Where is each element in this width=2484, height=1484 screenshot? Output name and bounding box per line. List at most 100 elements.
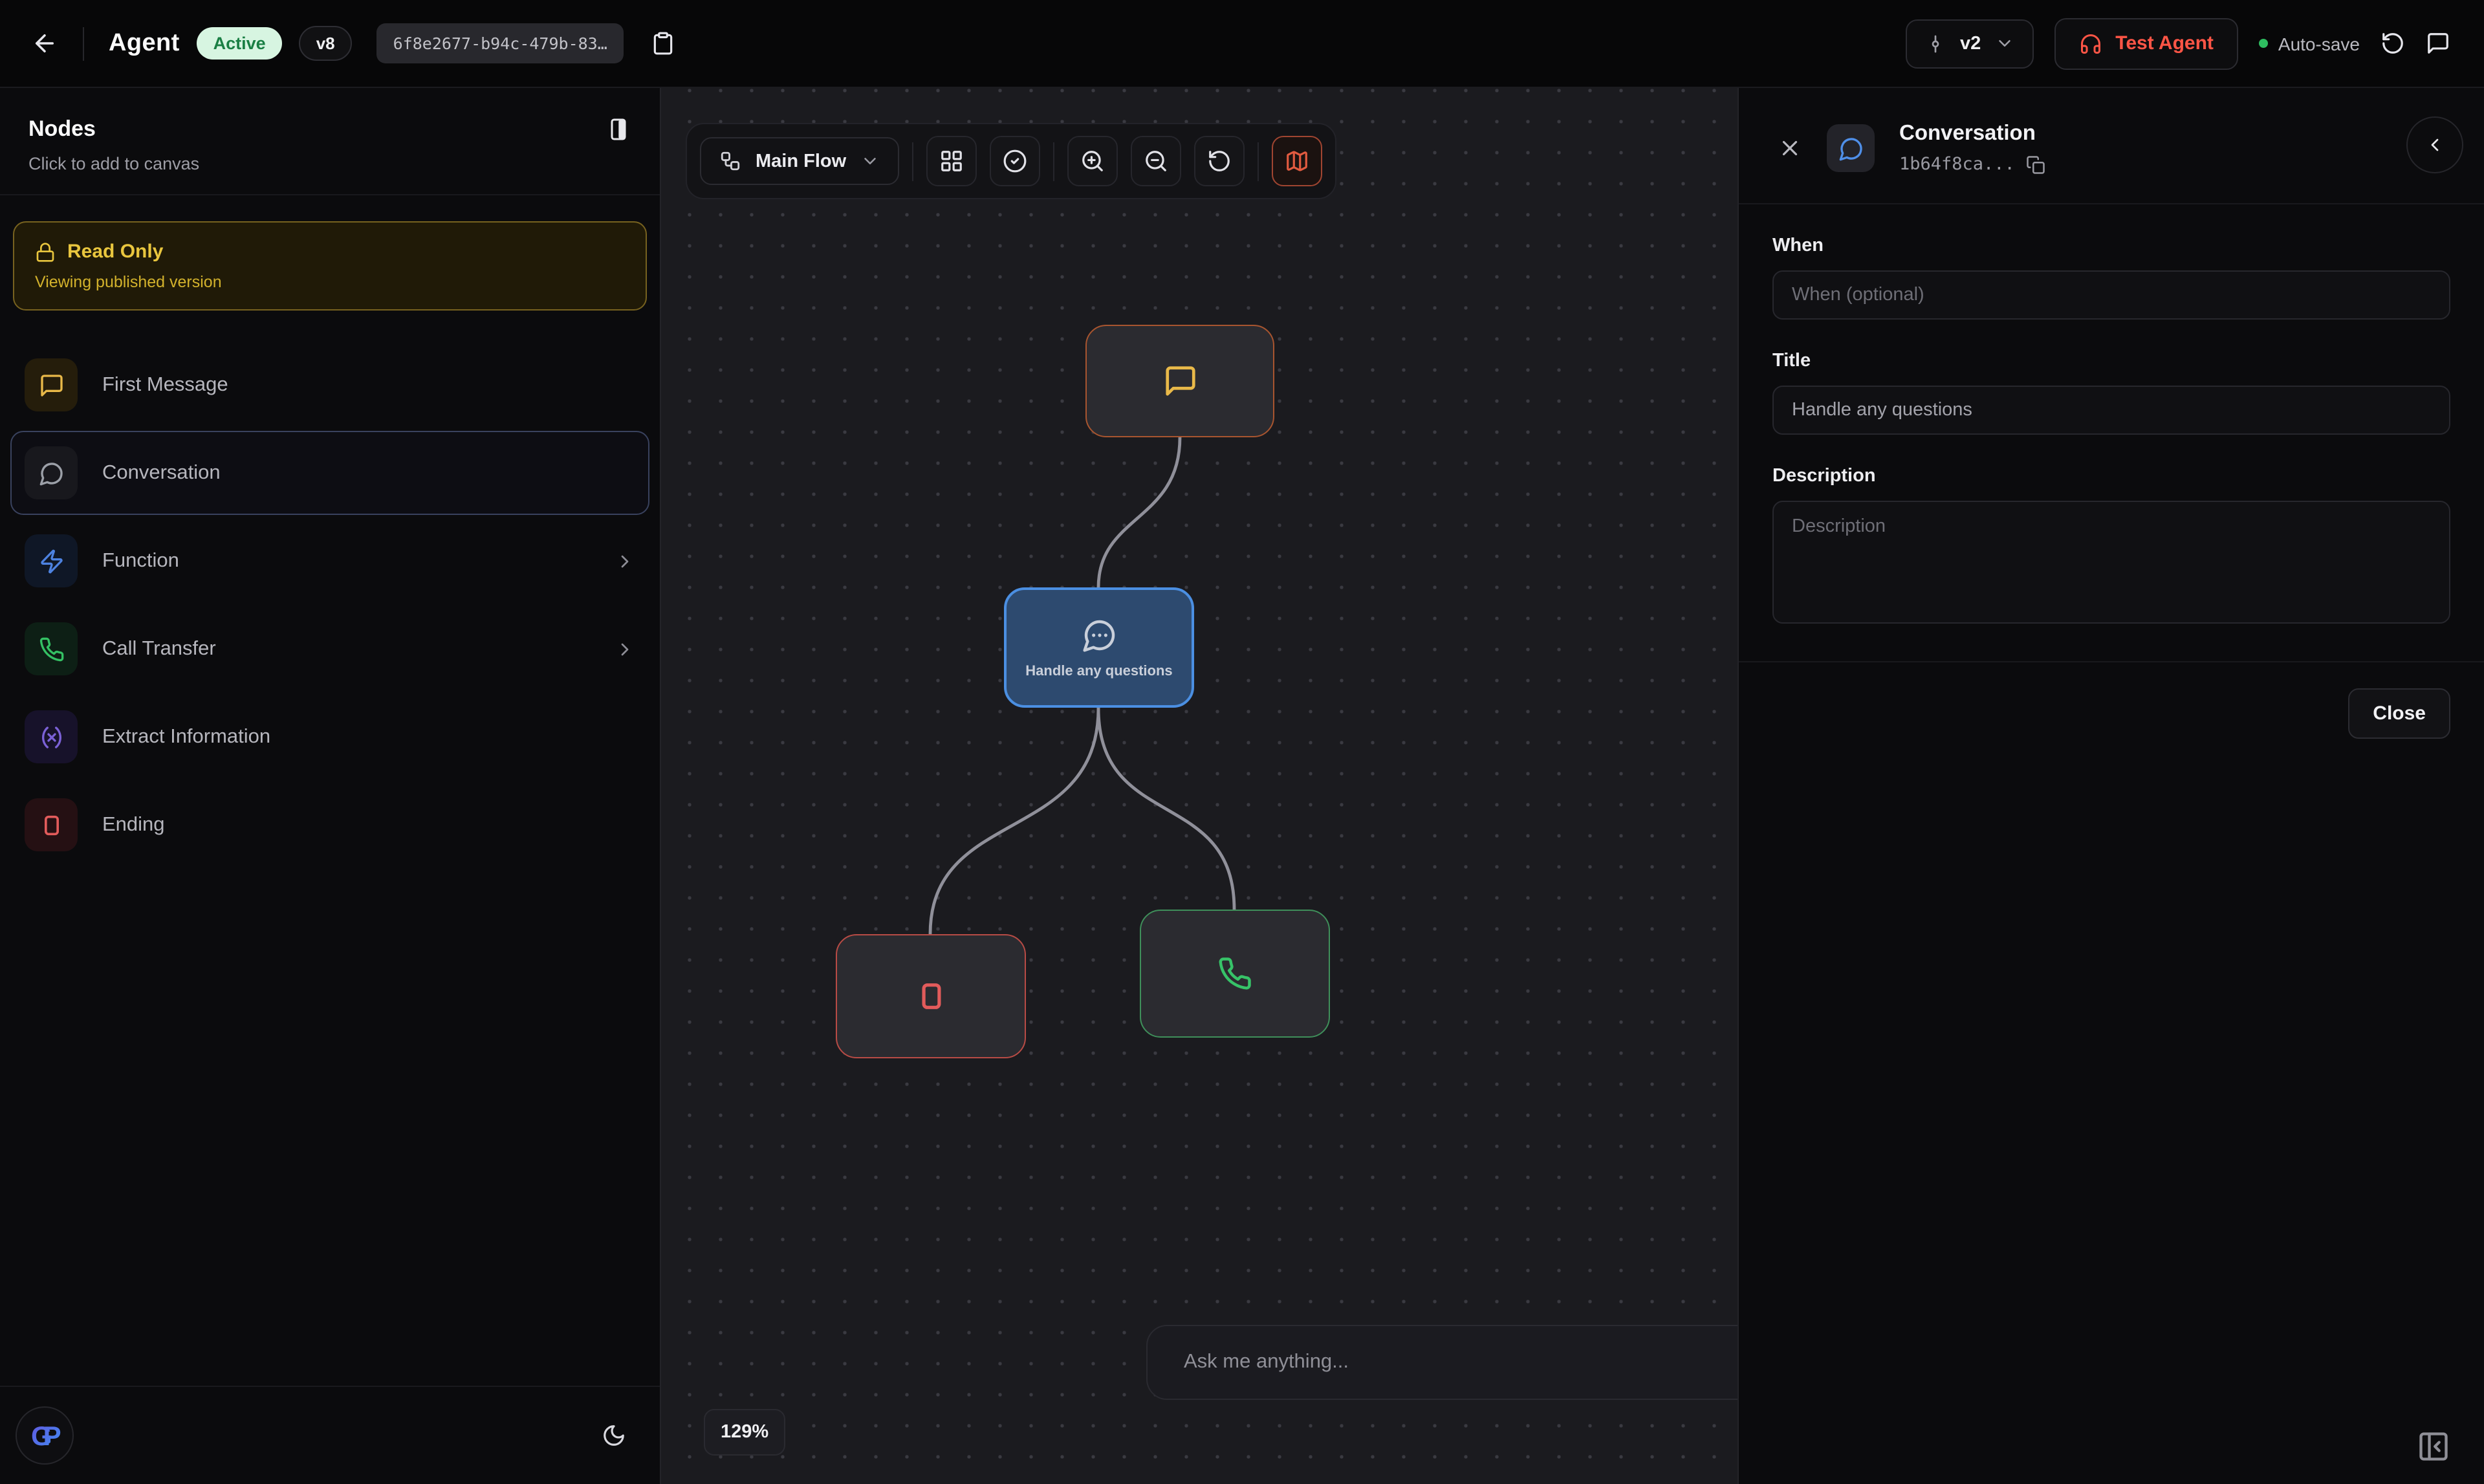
chevron-down-icon: [1995, 34, 2014, 53]
node-palette: First Message Conversation Function: [0, 342, 660, 868]
sidebar-footer: GP: [0, 1386, 660, 1484]
auto-layout-button[interactable]: [926, 136, 977, 186]
sidebar-item-function[interactable]: Function: [10, 519, 649, 603]
sidebar-item-label: Extract Information: [102, 725, 270, 748]
zoom-out-button[interactable]: [1131, 136, 1181, 186]
divider: [1258, 142, 1259, 180]
edge-conversation-to-call-transfer: [1098, 708, 1234, 910]
clipboard-icon: [651, 31, 676, 56]
reset-view-button[interactable]: [1194, 136, 1245, 186]
theme-toggle-button[interactable]: [602, 1423, 626, 1448]
edge-conversation-to-ending: [930, 708, 1098, 934]
variable-icon: [25, 710, 78, 763]
when-input[interactable]: [1772, 270, 2450, 320]
autosave-label: Auto-save: [2278, 33, 2360, 54]
close-button[interactable]: Close: [2348, 688, 2450, 739]
title-input[interactable]: [1772, 386, 2450, 435]
sidebar-item-label: Ending: [102, 813, 165, 836]
rotate-ccw-icon: [2380, 31, 2405, 56]
square-icon: [914, 979, 948, 1013]
readonly-subtitle: Viewing published version: [35, 273, 625, 291]
chevron-left-icon: [2424, 135, 2445, 155]
flow-canvas[interactable]: Main Flow: [660, 88, 1738, 1484]
test-agent-button[interactable]: Test Agent: [2054, 17, 2238, 69]
phone-icon: [25, 622, 78, 675]
edge-first-to-conversation: [1098, 437, 1180, 587]
autosave-status: Auto-save: [2259, 33, 2360, 54]
flow-selector[interactable]: Main Flow: [700, 137, 899, 185]
sidebar-item-conversation[interactable]: Conversation: [10, 431, 649, 515]
zap-icon: [25, 534, 78, 587]
message-circle-more-icon: [1081, 617, 1117, 653]
nodes-sidebar: Nodes Click to add to canvas Read Only V…: [0, 88, 660, 1484]
divider: [83, 27, 84, 60]
divider: [1053, 142, 1054, 180]
flow-edges: [661, 88, 1738, 1484]
zoom-level-indicator: 129%: [704, 1409, 785, 1456]
copy-id-button[interactable]: [651, 31, 676, 56]
copy-icon: [2027, 155, 2046, 174]
title-label: Title: [1772, 351, 2450, 371]
inspector-title: Conversation: [1899, 122, 2046, 146]
message-square-icon: [1162, 364, 1197, 398]
status-badge: Active: [197, 27, 283, 60]
ask-ai-input[interactable]: [1146, 1325, 1738, 1400]
description-field-group: Description: [1772, 466, 2450, 630]
minimap-toggle-button[interactable]: [1272, 136, 1322, 186]
agent-id-field[interactable]: 6f8e2677-b94c-479b-83…: [376, 23, 624, 63]
sidebar-item-ending[interactable]: Ending: [10, 783, 649, 867]
page-title: Agent: [109, 29, 180, 58]
description-input[interactable]: [1772, 501, 2450, 624]
circle-check-icon: [1003, 149, 1027, 173]
flow-node-call-transfer[interactable]: [1140, 910, 1330, 1038]
flow-node-first-message[interactable]: [1085, 325, 1274, 437]
arrow-left-icon: [31, 30, 58, 57]
sidebar-collapse-button[interactable]: [605, 116, 631, 142]
zoom-in-button[interactable]: [1067, 136, 1118, 186]
version-selector[interactable]: v2: [1906, 19, 2034, 68]
chevron-down-icon: [860, 151, 880, 171]
zoom-in-icon: [1080, 149, 1105, 173]
node-inspector-panel: Conversation 1b64f8ca...: [1738, 88, 2484, 1484]
flow-node-label: Handle any questions: [1025, 663, 1172, 679]
zoom-out-icon: [1144, 149, 1168, 173]
logo-monogram: GP: [30, 1420, 60, 1450]
flow-node-ending[interactable]: [836, 934, 1026, 1058]
message-square-icon: [25, 358, 78, 411]
topbar: Agent Active v8 6f8e2677-b94c-479b-83… v…: [0, 0, 2484, 88]
moon-icon: [602, 1423, 626, 1448]
inspector-header: Conversation 1b64f8ca...: [1739, 88, 2484, 203]
layout-grid-icon: [939, 149, 964, 173]
version-selector-value: v2: [1960, 33, 1981, 54]
sidebar-subtitle: Click to add to canvas: [28, 154, 631, 173]
chevron-right-icon: [615, 638, 635, 659]
message-circle-icon: [25, 446, 78, 499]
sidebar-item-label: Conversation: [102, 461, 221, 485]
inspector-form: When Title Description: [1739, 204, 2484, 661]
title-field-group: Title: [1772, 351, 2450, 435]
inspector-footer: Close: [1739, 662, 2484, 765]
feedback-button[interactable]: [2426, 31, 2450, 56]
copy-node-id-button[interactable]: [2027, 155, 2046, 174]
message-circle-icon: [1827, 124, 1875, 172]
sidebar-item-first-message[interactable]: First Message: [10, 343, 649, 427]
headphones-icon: [2079, 32, 2102, 55]
brand-logo[interactable]: GP: [16, 1406, 74, 1465]
back-button[interactable]: [31, 30, 58, 57]
message-square-icon: [2426, 31, 2450, 56]
close-panel-button[interactable]: [1778, 136, 1802, 160]
version-badge: v8: [300, 26, 352, 61]
sidebar-item-call-transfer[interactable]: Call Transfer: [10, 607, 649, 691]
divider: [912, 142, 913, 180]
readonly-title: Read Only: [67, 241, 163, 263]
validate-flow-button[interactable]: [990, 136, 1040, 186]
readonly-banner: Read Only Viewing published version: [13, 221, 647, 311]
sidebar-item-label: Function: [102, 549, 179, 573]
panel-collapse-button[interactable]: [2417, 1430, 2450, 1463]
workflow-icon: [719, 150, 741, 172]
sidebar-item-extract-information[interactable]: Extract Information: [10, 695, 649, 779]
autosave-dot: [2259, 39, 2268, 48]
history-button[interactable]: [2380, 31, 2405, 56]
collapse-panel-button[interactable]: [2406, 116, 2463, 173]
flow-node-conversation[interactable]: Handle any questions: [1004, 587, 1194, 708]
